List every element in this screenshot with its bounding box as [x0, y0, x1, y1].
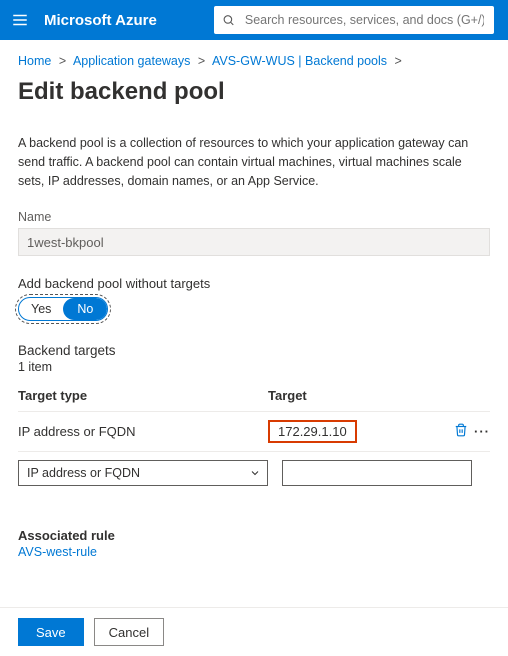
name-label: Name: [18, 210, 490, 224]
rule-label: Associated rule: [18, 528, 490, 543]
name-field: [18, 228, 490, 256]
brand-label: Microsoft Azure: [44, 12, 157, 29]
rule-link[interactable]: AVS-west-rule: [18, 545, 490, 559]
no-targets-label: Add backend pool without targets: [18, 276, 490, 291]
save-button[interactable]: Save: [18, 618, 84, 646]
crumb-home[interactable]: Home: [18, 54, 51, 68]
search-icon: [222, 13, 235, 27]
row-target: 172.29.1.10: [268, 420, 357, 443]
crumb-gateways[interactable]: Application gateways: [73, 54, 190, 68]
col-target: Target: [268, 388, 446, 403]
no-targets-toggle[interactable]: Yes No: [18, 297, 108, 321]
target-input[interactable]: [282, 460, 472, 486]
col-type: Target type: [18, 388, 268, 403]
delete-icon[interactable]: [454, 423, 468, 440]
cancel-button[interactable]: Cancel: [94, 618, 164, 646]
target-type-select[interactable]: IP address or FQDN: [18, 460, 268, 486]
toggle-yes[interactable]: Yes: [19, 298, 63, 320]
search-input[interactable]: [243, 12, 486, 28]
target-row: IP address or FQDN 172.29.1.10 ···: [18, 412, 490, 452]
menu-icon[interactable]: [8, 8, 32, 32]
targets-count: 1 item: [18, 360, 490, 374]
toggle-no[interactable]: No: [63, 298, 107, 320]
crumb-pool[interactable]: AVS-GW-WUS | Backend pools: [212, 54, 387, 68]
more-icon[interactable]: ···: [474, 424, 490, 439]
page-title: Edit backend pool: [18, 78, 490, 106]
page-description: A backend pool is a collection of resour…: [18, 134, 490, 190]
chevron-down-icon: [249, 467, 261, 479]
top-bar: Microsoft Azure: [0, 0, 508, 40]
breadcrumb: Home > Application gateways > AVS-GW-WUS…: [18, 48, 490, 78]
footer: Save Cancel: [0, 607, 508, 656]
row-type: IP address or FQDN: [18, 424, 268, 439]
global-search[interactable]: [214, 6, 494, 34]
targets-title: Backend targets: [18, 343, 490, 358]
add-target-row: IP address or FQDN: [18, 452, 490, 494]
targets-header: Target type Target: [18, 384, 490, 412]
select-value: IP address or FQDN: [27, 466, 140, 480]
